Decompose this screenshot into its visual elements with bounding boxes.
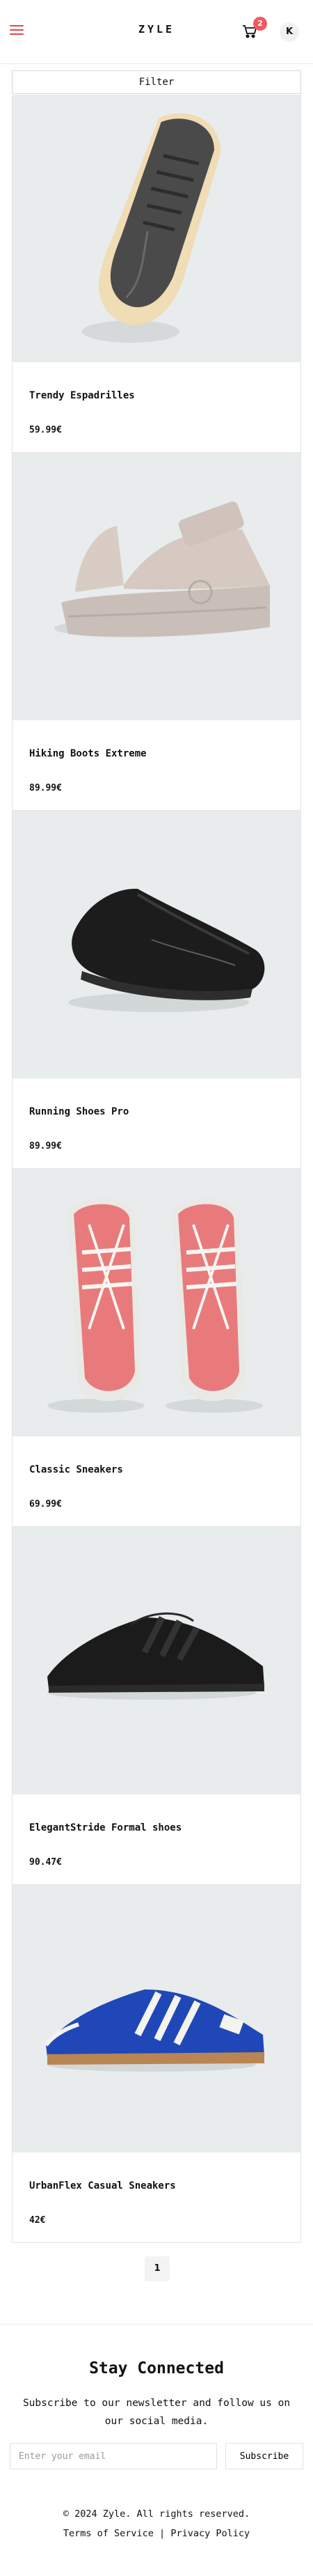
user-avatar[interactable]: K: [280, 22, 299, 42]
copyright-text: © 2024 Zyle. All rights reserved.: [63, 2508, 250, 2520]
product-price: 42€: [29, 2215, 46, 2226]
product-image: [13, 95, 300, 362]
product-image: [13, 811, 300, 1078]
product-name: Trendy Espadrilles: [29, 390, 135, 401]
product-name: Classic Sneakers: [29, 1464, 123, 1475]
product-list: Trendy Espadrilles 59.99€ Hiking Boots E…: [12, 95, 301, 2243]
product-card[interactable]: ElegantStride Formal shoes 90.47€: [12, 1527, 301, 1885]
product-name: Running Shoes Pro: [29, 1106, 129, 1117]
product-image: [13, 1527, 300, 1794]
product-card[interactable]: Hiking Boots Extreme 89.99€: [12, 453, 301, 811]
terms-link[interactable]: Terms of Service: [63, 2528, 154, 2539]
site-footer: Stay Connected Subscribe to our newslett…: [0, 2324, 313, 2576]
legal-separator: |: [159, 2528, 166, 2539]
product-price: 89.99€: [29, 783, 62, 793]
product-price: 89.99€: [29, 1141, 62, 1151]
product-image: [13, 1169, 300, 1436]
product-card[interactable]: Running Shoes Pro 89.99€: [12, 811, 301, 1169]
footer-title: Stay Connected: [89, 2359, 224, 2377]
subscribe-button[interactable]: Subscribe: [225, 2443, 303, 2469]
cart-count-badge: 2: [253, 17, 267, 31]
product-image: [13, 1885, 300, 2152]
product-name: UrbanFlex Casual Sneakers: [29, 2180, 176, 2191]
site-header: ZYLE 2 K: [0, 0, 313, 64]
product-image: [13, 453, 300, 720]
product-card[interactable]: Classic Sneakers 69.99€: [12, 1169, 301, 1527]
filter-button[interactable]: Filter: [12, 70, 301, 94]
pagination-page-1[interactable]: 1: [145, 2256, 170, 2281]
product-name: ElegantStride Formal shoes: [29, 1822, 182, 1833]
product-price: 90.47€: [29, 1857, 62, 1868]
legal-links: Terms of Service | Privacy Policy: [0, 2528, 313, 2539]
privacy-link[interactable]: Privacy Policy: [170, 2528, 250, 2539]
email-input[interactable]: [10, 2443, 217, 2469]
product-price: 59.99€: [29, 425, 62, 435]
product-price: 69.99€: [29, 1499, 62, 1510]
product-name: Hiking Boots Extreme: [29, 748, 147, 759]
menu-icon[interactable]: [10, 25, 24, 36]
product-card[interactable]: UrbanFlex Casual Sneakers 42€: [12, 1885, 301, 2243]
product-card[interactable]: Trendy Espadrilles 59.99€: [12, 95, 301, 453]
newsletter-text: Subscribe to our newsletter and follow u…: [22, 2398, 291, 2427]
